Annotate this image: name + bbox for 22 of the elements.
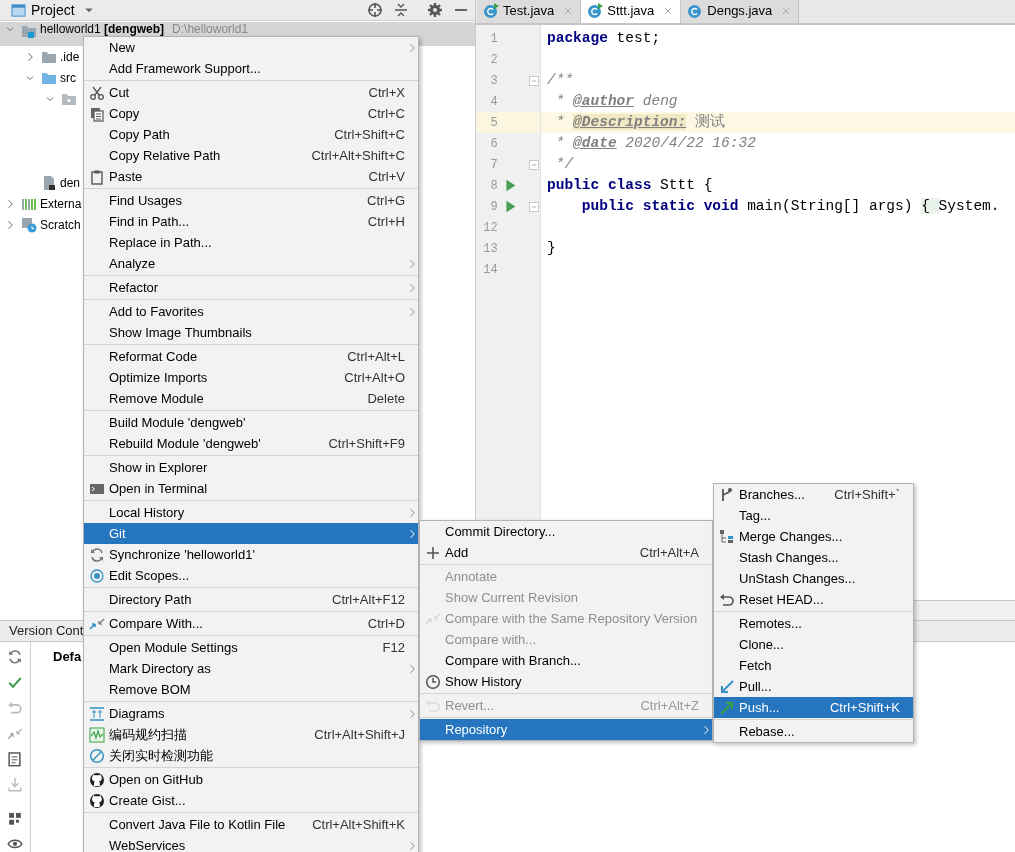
code-line: public static void main(String[] args) { System. bbox=[580, 196, 1000, 216]
line-number: 6 bbox=[489, 135, 498, 153]
line-number: 14 bbox=[482, 261, 498, 279]
line-number: 7 bbox=[489, 156, 498, 174]
code-line: public class Sttt { bbox=[547, 175, 713, 195]
code-line: package test; bbox=[547, 28, 661, 48]
line-number: 12 bbox=[482, 219, 498, 237]
code-line: * @author deng bbox=[554, 91, 678, 111]
code-line: /** bbox=[547, 70, 574, 90]
line-number: 4 bbox=[489, 93, 498, 111]
panel-title: Version Cont bbox=[9, 622, 84, 641]
line-number: 13 bbox=[482, 240, 498, 258]
line-number: 5 bbox=[489, 114, 498, 132]
line-number: 1 bbox=[489, 30, 498, 48]
line-number: 2 bbox=[489, 51, 498, 69]
line-number: 8 bbox=[489, 177, 498, 195]
changelist-name: Defa bbox=[53, 649, 82, 664]
code-line: */ bbox=[554, 154, 574, 174]
code-line: } bbox=[547, 238, 556, 258]
line-number: 3 bbox=[489, 72, 498, 90]
code-line: * @date 2020/4/22 16:32 bbox=[554, 133, 756, 153]
line-number: 9 bbox=[489, 198, 498, 216]
